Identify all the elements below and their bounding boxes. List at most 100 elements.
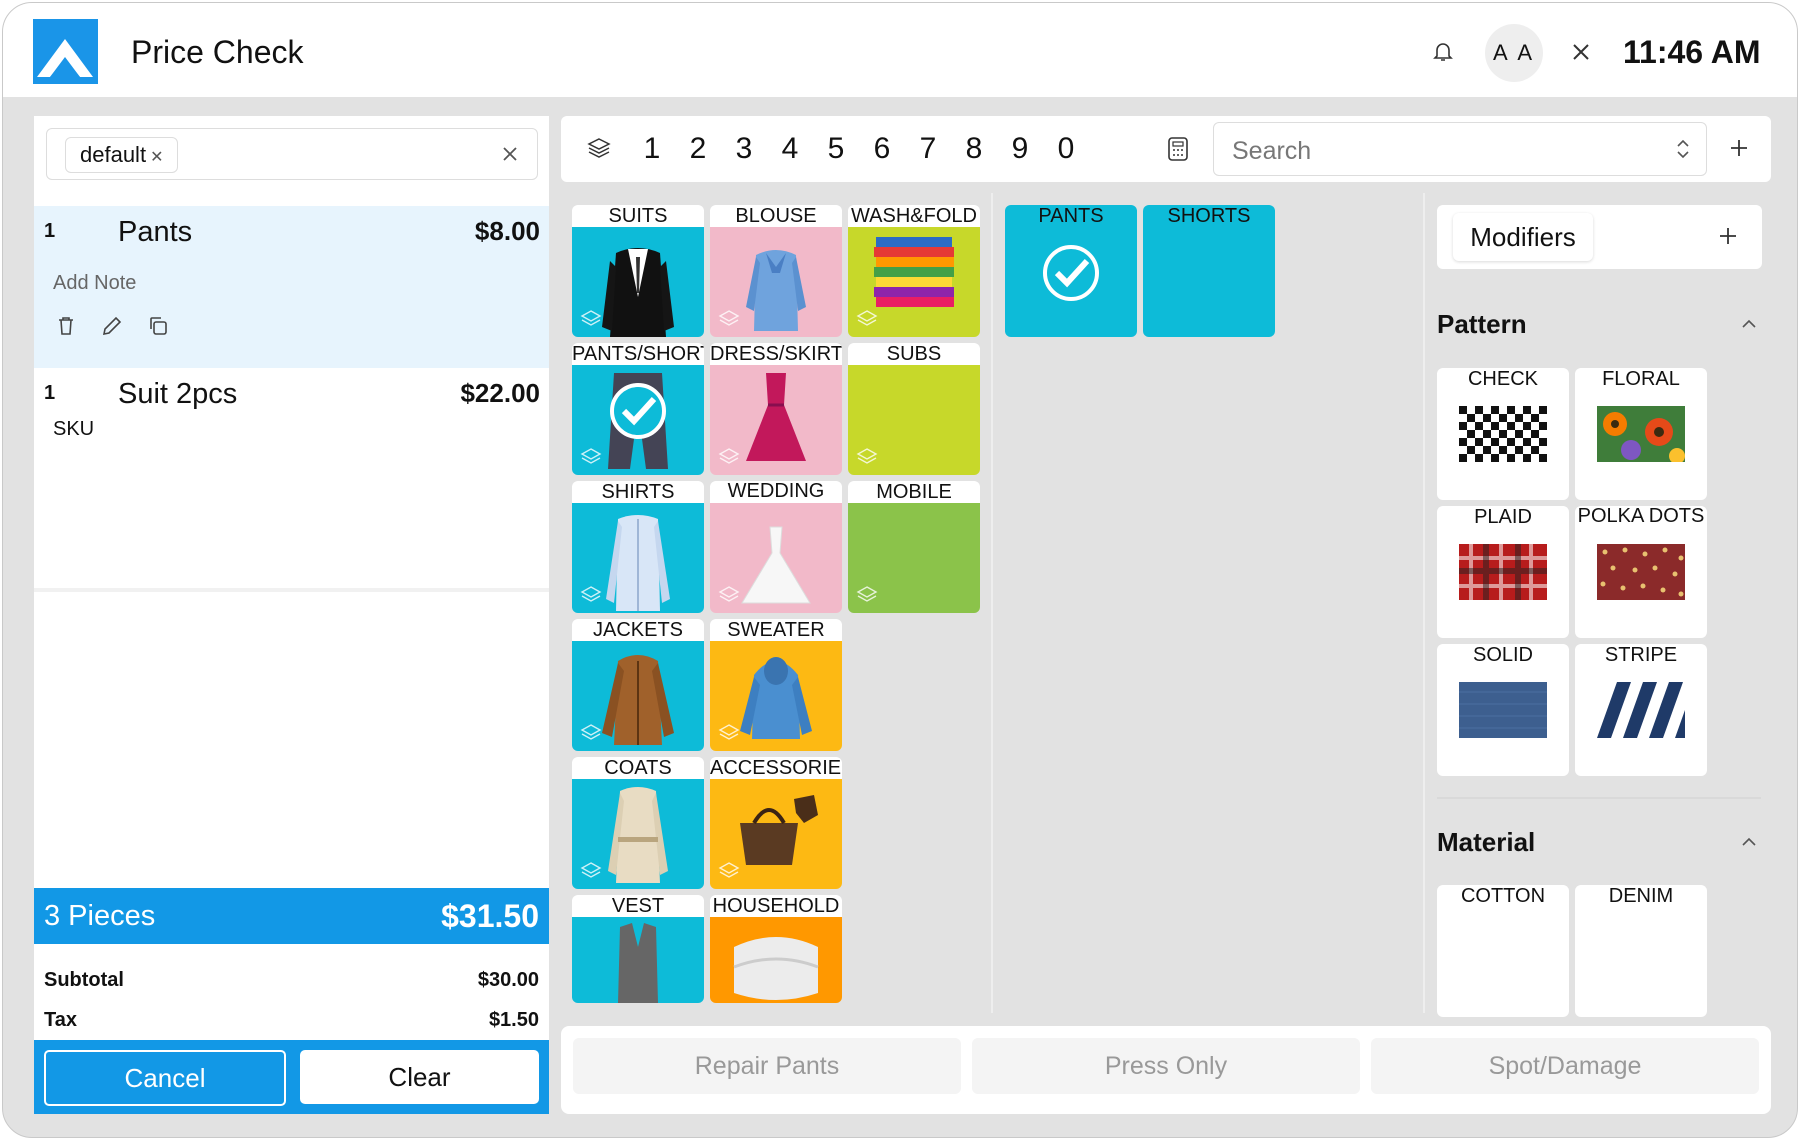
tile-label: COATS	[572, 757, 704, 779]
number-key[interactable]: 7	[913, 132, 943, 166]
quick-action-bar: Repair Pants Press Only Spot/Damage	[561, 1026, 1771, 1114]
pieces-count: 3 Pieces	[44, 900, 156, 932]
add-note-link[interactable]: Add Note	[53, 272, 136, 295]
number-key[interactable]: 9	[1005, 132, 1035, 166]
layers-icon	[580, 586, 602, 602]
clear-button[interactable]: Clear	[300, 1050, 539, 1104]
number-key[interactable]: 0	[1051, 132, 1081, 166]
repair-pants-button[interactable]: Repair Pants	[573, 1038, 961, 1094]
tile-label: SUITS	[572, 205, 704, 227]
item-qty: 1	[44, 220, 56, 242]
tile-label: PANTS	[1038, 205, 1104, 227]
order-item-selected[interactable]: 1 Pants $8.00 Add Note	[34, 206, 549, 368]
number-key[interactable]: 2	[683, 132, 713, 166]
add-modifier-icon[interactable]	[1717, 225, 1739, 247]
category-tile-pants-shorts[interactable]: PANTS/SHORTS	[572, 343, 704, 475]
option-label: CHECK	[1467, 368, 1538, 390]
pattern-option-stripe[interactable]: STRIPE	[1575, 644, 1707, 776]
category-tile-accessories[interactable]: ACCESSORIES	[710, 757, 842, 889]
subtotal-value: $30.00	[477, 969, 539, 991]
material-section-title: Material	[1437, 827, 1536, 857]
household-image	[710, 917, 842, 1003]
trash-icon[interactable]	[54, 314, 78, 338]
option-label: SOLID	[1472, 644, 1534, 666]
category-tile-subs[interactable]: SUBS	[848, 343, 980, 475]
option-label: COTTON	[1460, 885, 1546, 907]
layers-icon	[580, 862, 602, 878]
category-tile-dress-skirt[interactable]: DRESS/SKIRT	[710, 343, 842, 475]
category-tile-vest[interactable]: VEST	[572, 895, 704, 1003]
add-icon[interactable]	[1727, 136, 1751, 160]
category-tile-blouse[interactable]: BLOUSE	[710, 205, 842, 337]
check-swatch	[1459, 406, 1547, 462]
number-key[interactable]: 4	[775, 132, 805, 166]
edit-icon[interactable]	[100, 314, 124, 338]
solid-swatch	[1459, 682, 1547, 738]
layers-icon[interactable]	[587, 136, 611, 160]
layers-icon	[580, 448, 602, 464]
pattern-option-solid[interactable]: SOLID	[1437, 644, 1569, 776]
material-option-cotton[interactable]: COTTON	[1437, 885, 1569, 1017]
close-icon[interactable]	[1571, 42, 1591, 62]
number-key[interactable]: 3	[729, 132, 759, 166]
tile-label: SWEATER	[710, 619, 842, 641]
layers-icon	[718, 586, 740, 602]
category-tile-wash-fold[interactable]: WASH&FOLD	[848, 205, 980, 337]
category-tile-suits[interactable]: SUITS	[572, 205, 704, 337]
app-logo	[33, 19, 98, 84]
spot-damage-button[interactable]: Spot/Damage	[1371, 1038, 1759, 1094]
tile-label: JACKETS	[572, 619, 704, 641]
category-tile-sweater[interactable]: SWEATER	[710, 619, 842, 751]
number-key[interactable]: 5	[821, 132, 851, 166]
material-option-denim[interactable]: DENIM	[1575, 885, 1707, 1017]
pattern-section-title: Pattern	[1437, 309, 1527, 339]
order-item[interactable]: 1 Suit 2pcs $22.00 SKU	[34, 368, 549, 592]
search-select[interactable]: Search	[1213, 122, 1707, 176]
subcategory-tile-pants[interactable]: PANTS	[1005, 205, 1137, 337]
number-key[interactable]: 1	[637, 132, 667, 166]
layers-icon	[856, 448, 878, 464]
tax-label: Tax	[44, 1009, 77, 1031]
cancel-button[interactable]: Cancel	[44, 1050, 286, 1106]
category-tile-wedding-dress[interactable]: WEDDING DRESS	[710, 481, 842, 613]
customer-tag-field[interactable]: default ✕	[46, 128, 538, 180]
page-title: Price Check	[131, 34, 304, 70]
category-tile-coats[interactable]: COATS	[572, 757, 704, 889]
subcategory-tile-shorts[interactable]: SHORTS	[1143, 205, 1275, 337]
chevron-up-icon[interactable]	[1741, 319, 1757, 329]
tile-label: ACCESSORIES	[710, 757, 842, 779]
option-label: POLKA DOTS	[1577, 505, 1705, 527]
layers-icon	[718, 724, 740, 740]
duplicate-icon[interactable]	[146, 314, 170, 338]
floral-swatch	[1597, 406, 1685, 462]
number-key[interactable]: 6	[867, 132, 897, 166]
category-tile-shirts[interactable]: SHIRTS	[572, 481, 704, 613]
category-tile-jackets[interactable]: JACKETS	[572, 619, 704, 751]
pattern-option-polka-dots[interactable]: POLKA DOTS	[1575, 506, 1707, 638]
calculator-icon[interactable]	[1167, 136, 1189, 162]
modifiers-button[interactable]: Modifiers	[1453, 213, 1593, 261]
bell-icon[interactable]	[1431, 39, 1455, 63]
layers-icon	[580, 310, 602, 326]
item-name: Pants	[118, 216, 193, 248]
layers-icon	[718, 862, 740, 878]
pattern-option-check[interactable]: CHECK	[1437, 368, 1569, 500]
tile-label: WASH&FOLD	[848, 205, 980, 227]
number-key[interactable]: 8	[959, 132, 989, 166]
tile-label: MOBILE	[848, 481, 980, 503]
press-only-button[interactable]: Press Only	[972, 1038, 1360, 1094]
tile-label: PANTS/SHORTS	[572, 343, 704, 365]
pattern-option-floral[interactable]: FLORAL	[1575, 368, 1707, 500]
order-total-bar: 3 Pieces $31.50	[34, 888, 549, 944]
pattern-option-plaid[interactable]: PLAID	[1437, 506, 1569, 638]
remove-tag-icon[interactable]: ✕	[150, 149, 163, 166]
customer-tag-chip[interactable]: default ✕	[65, 137, 179, 173]
category-tile-household[interactable]: HOUSEHOLD	[710, 895, 842, 1003]
clear-tags-icon[interactable]	[501, 145, 519, 163]
tax-row: Tax $1.50	[44, 1009, 539, 1032]
avatar[interactable]: A A	[1485, 24, 1543, 82]
category-tile-mobile[interactable]: MOBILE	[848, 481, 980, 613]
tax-value: $1.50	[488, 1009, 539, 1031]
modifiers-header: Modifiers	[1437, 205, 1762, 269]
chevron-up-icon[interactable]	[1741, 837, 1757, 847]
